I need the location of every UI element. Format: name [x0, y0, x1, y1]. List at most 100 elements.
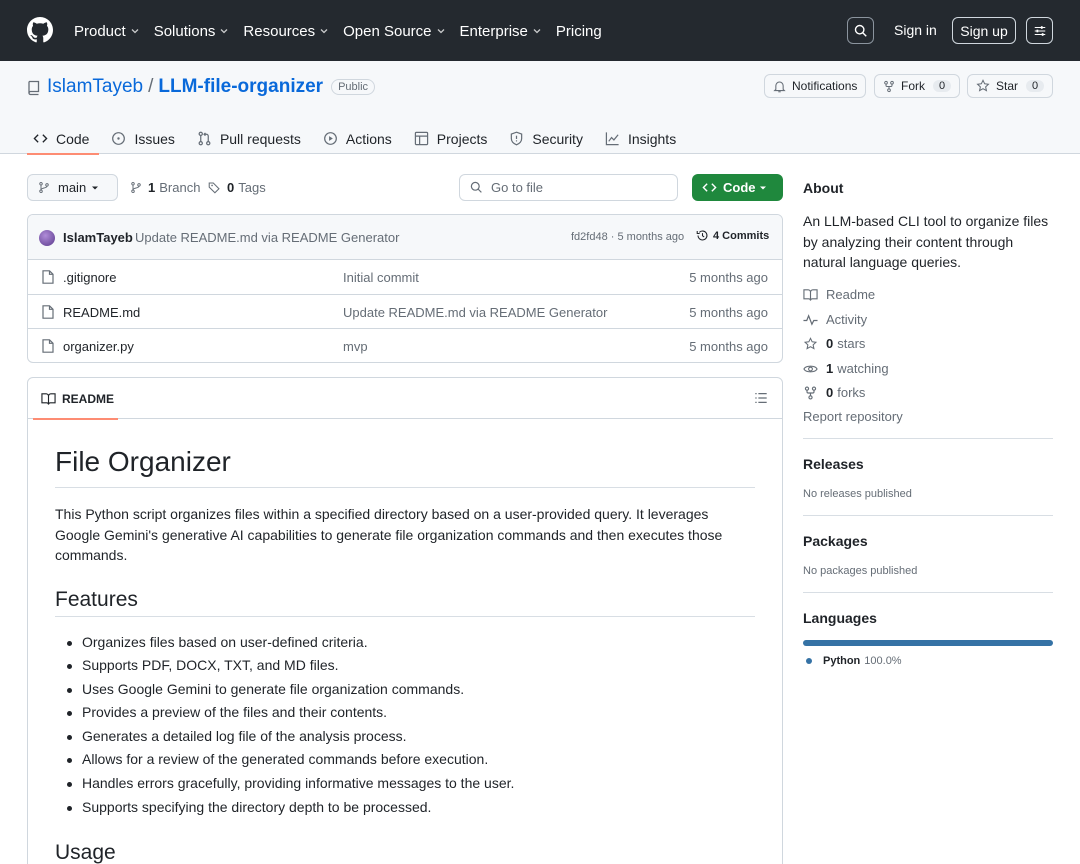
repo-title: IslamTayeb / LLM-file-organizer Public [47, 76, 376, 98]
packages-heading[interactable]: Packages [803, 533, 868, 549]
features-list: Organizes files based on user-defined cr… [55, 631, 755, 820]
activity-link[interactable]: Activity [803, 312, 867, 327]
avatar[interactable] [39, 230, 55, 246]
file-name-link[interactable]: .gitignore [63, 270, 116, 285]
menu-button[interactable] [1026, 17, 1053, 44]
code-button-label: Code [723, 180, 756, 195]
branches-link[interactable]: 1 Branch [130, 180, 200, 195]
pull-request-icon [198, 131, 211, 146]
tab-actions[interactable]: Actions [317, 123, 402, 154]
commits-link[interactable]: 4 Commits [696, 229, 769, 242]
forks-label: forks [837, 385, 866, 400]
tab-label: Security [532, 130, 583, 147]
repo-owner-link[interactable]: IslamTayeb [47, 76, 143, 98]
play-icon [323, 132, 337, 145]
readme-link[interactable]: Readme [803, 287, 875, 302]
go-to-file-input[interactable]: Go to file [459, 174, 678, 201]
commit-hash-time[interactable]: fd2fd48 · 5 months ago [571, 231, 684, 243]
features-heading: Features [55, 588, 755, 617]
star-button[interactable]: Star 0 [967, 74, 1054, 98]
branch-count-label: Branch [159, 180, 201, 195]
github-logo-icon[interactable] [27, 17, 53, 43]
file-row[interactable]: README.md Update README.md via README Ge… [28, 295, 782, 329]
language-item[interactable]: Python 100.0% [806, 655, 902, 667]
tab-code[interactable]: Code [27, 123, 100, 155]
star-label: Star [996, 79, 1019, 93]
commit-author[interactable]: IslamTayeb [63, 230, 133, 245]
search-icon [470, 181, 482, 193]
readme-title: File Organizer [55, 446, 755, 488]
language-bar [803, 640, 1053, 646]
tag-count-label: Tags [238, 180, 266, 195]
list-outline-icon[interactable] [754, 391, 768, 405]
tab-pull-requests[interactable]: Pull requests [191, 123, 311, 154]
tab-security[interactable]: Security [503, 123, 593, 154]
chevron-down-icon [320, 29, 328, 34]
file-commit-message[interactable]: Update README.md via README Generator [343, 305, 607, 320]
nav-label: Enterprise [459, 22, 528, 40]
sign-in-link[interactable]: Sign in [894, 22, 937, 38]
nav-solutions[interactable]: Solutions [154, 23, 230, 40]
search-button[interactable] [847, 17, 874, 44]
commit-message[interactable]: Update README.md via README Generator [135, 230, 399, 245]
file-row[interactable]: .gitignore Initial commit 5 months ago [28, 260, 782, 295]
pulse-icon [803, 313, 818, 326]
about-description: An LLM-based CLI tool to organize files … [803, 213, 1049, 270]
tab-insights[interactable]: Insights [599, 123, 686, 154]
nav-enterprise[interactable]: Enterprise [460, 23, 542, 40]
star-icon [976, 79, 990, 92]
nav-pricing[interactable]: Pricing [556, 23, 602, 40]
language-percent: 100.0% [864, 655, 902, 667]
notifications-button[interactable]: Notifications [764, 74, 867, 98]
code-download-button[interactable]: Code [692, 174, 783, 201]
readme-intro: This Python script organizes files withi… [55, 506, 723, 563]
nav-open-source[interactable]: Open Source [343, 23, 445, 40]
nav-resources[interactable]: Resources [243, 23, 329, 40]
branch-icon [39, 181, 49, 194]
branch-selector[interactable]: main [27, 174, 118, 201]
readme-tab[interactable]: README [33, 378, 118, 420]
history-icon [696, 230, 708, 241]
divider [803, 515, 1053, 516]
repo-name-link[interactable]: LLM-file-organizer [158, 76, 323, 98]
tab-label: Code [56, 130, 90, 147]
fork-icon [804, 385, 817, 400]
watching-label: watching [837, 361, 889, 376]
tags-link[interactable]: 0 Tags [208, 180, 266, 195]
list-item: Generates a detailed log file of the ana… [55, 725, 755, 749]
list-item: Organizes files based on user-defined cr… [55, 631, 755, 655]
repository-header: IslamTayeb / LLM-file-organizer Public N… [0, 61, 1080, 155]
file-icon [42, 270, 54, 284]
tag-icon [208, 182, 220, 194]
nav-label: Open Source [343, 22, 432, 40]
sliders-icon [1034, 25, 1045, 36]
forks-link[interactable]: 0 forks [803, 385, 865, 400]
file-commit-message[interactable]: Initial commit [343, 270, 419, 285]
tab-projects[interactable]: Projects [408, 123, 498, 154]
report-label: Report repository [803, 409, 903, 424]
file-name-link[interactable]: organizer.py [63, 339, 134, 354]
chevron-down-icon [220, 29, 228, 34]
file-name-link[interactable]: README.md [63, 305, 140, 320]
readme-link-label: Readme [826, 287, 876, 302]
nav-product[interactable]: Product [74, 23, 140, 40]
releases-heading[interactable]: Releases [803, 456, 864, 472]
file-commit-message[interactable]: mvp [343, 339, 368, 354]
code-icon [33, 134, 48, 143]
sign-up-button[interactable]: Sign up [952, 17, 1016, 44]
report-repository-link[interactable]: Report repository [803, 409, 903, 424]
packages-empty-text: No packages published [803, 565, 918, 577]
tab-issues[interactable]: Issues [105, 123, 184, 154]
graph-icon [605, 132, 619, 146]
watchers-link[interactable]: 1 watching [803, 361, 889, 376]
fork-button[interactable]: Fork 0 [874, 74, 961, 98]
eye-icon [803, 365, 818, 372]
top-navigation: Product Solutions Resources Open Source … [74, 20, 616, 42]
fork-label: Fork [901, 79, 925, 93]
stars-link[interactable]: 0 stars [803, 336, 865, 351]
file-age: 5 months ago [689, 270, 768, 285]
file-row[interactable]: organizer.py mvp 5 months ago [28, 329, 782, 362]
file-icon [42, 339, 54, 353]
list-item: Handles errors gracefully, providing inf… [55, 772, 755, 796]
languages-heading: Languages [803, 610, 877, 626]
